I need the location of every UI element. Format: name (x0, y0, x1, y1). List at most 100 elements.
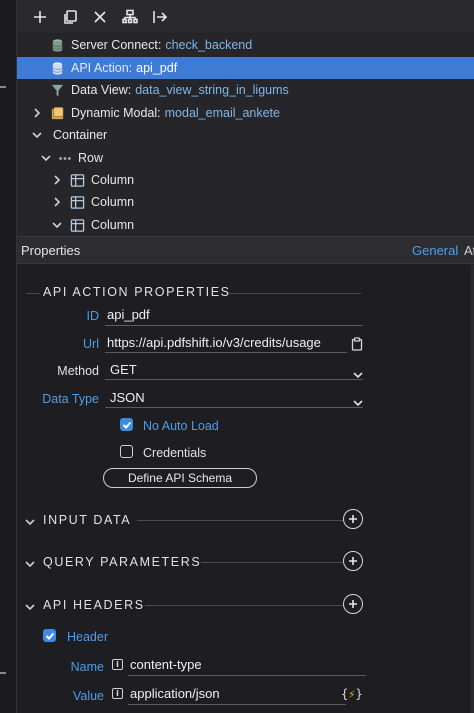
database-icon (49, 37, 65, 53)
tree-item-value: check_backend (165, 38, 253, 52)
define-api-schema-button[interactable]: Define API Schema (103, 468, 257, 488)
info-icon[interactable]: i (112, 688, 123, 699)
properties-title: Properties (21, 242, 81, 258)
column-icon (69, 194, 85, 210)
tab-other[interactable]: At (464, 243, 474, 258)
tree-item-server-connect[interactable]: Server Connect: check_backend (17, 34, 474, 56)
tree-item-label: Dynamic Modal: (71, 106, 161, 120)
header-value-field[interactable]: application/json (130, 686, 220, 701)
delete-button[interactable] (85, 2, 115, 32)
filter-icon (49, 82, 65, 98)
info-icon[interactable]: i (112, 659, 123, 670)
plus-icon (349, 515, 357, 523)
tree-item-dynamic-modal[interactable]: Dynamic Modal: modal_email_ankete (17, 102, 474, 124)
gutter-marker (0, 86, 6, 88)
tree-structure-icon (122, 9, 138, 23)
section-title-api-headers[interactable]: API HEADERS (43, 598, 145, 612)
tree-item-row[interactable]: Row (17, 147, 474, 169)
structure-button[interactable] (115, 2, 145, 32)
chevron-down-icon[interactable] (25, 515, 35, 526)
left-gutter (0, 0, 17, 713)
gutter-marker (0, 672, 6, 674)
properties-panel: API ACTION PROPERTIES ID api_pdf Url htt… (17, 265, 474, 713)
tree-item-api-action[interactable]: API Action: api_pdf (17, 57, 474, 79)
duplicate-button[interactable] (55, 2, 85, 32)
tree-item-value: modal_email_ankete (164, 106, 280, 120)
tree-item-value: api_pdf (136, 61, 178, 75)
chevron-down-icon[interactable] (353, 367, 363, 379)
section-divider (137, 520, 343, 521)
tree-item-label: Row (78, 151, 104, 165)
tree-item-column[interactable]: Column (17, 214, 474, 236)
tree-item-column[interactable]: Column (17, 191, 474, 213)
header-name-field[interactable]: content-type (130, 657, 202, 672)
no-auto-load-label[interactable]: No Auto Load (143, 419, 219, 433)
add-input-data-button[interactable] (343, 509, 363, 529)
plus-icon (349, 600, 357, 608)
section-divider (26, 293, 40, 294)
dynamic-data-bolt-icon[interactable]: {⚡} (341, 687, 363, 701)
chevron-right-icon[interactable] (51, 169, 63, 191)
tree-item-label: Server Connect: (71, 38, 162, 52)
no-auto-load-checkbox[interactable] (120, 418, 133, 431)
properties-header: Properties General At (17, 236, 474, 264)
chevron-right-icon[interactable] (31, 102, 43, 124)
header-name-underline (128, 675, 366, 676)
datatype-select-underline (105, 407, 363, 408)
tree-item-label: Column (91, 218, 135, 232)
clipboard-icon[interactable] (351, 337, 363, 351)
method-label: Method (57, 364, 99, 378)
url-field-underline (105, 352, 347, 353)
tree-item-column[interactable]: Column (17, 169, 474, 191)
header-label[interactable]: Header (67, 630, 108, 644)
section-divider (229, 293, 361, 294)
tree-item-label: Column (91, 173, 135, 187)
copy-icon (64, 9, 77, 24)
header-checkbox[interactable] (43, 629, 56, 642)
column-icon (69, 217, 85, 233)
chevron-down-icon[interactable] (51, 214, 63, 236)
method-select-underline (105, 379, 363, 380)
plus-icon (34, 10, 46, 23)
tab-general[interactable]: General (412, 243, 458, 258)
chevron-down-icon[interactable] (31, 124, 43, 146)
close-icon (94, 10, 106, 23)
chevron-down-icon[interactable] (25, 600, 35, 611)
tree-item-container[interactable]: Container (17, 124, 474, 146)
dots-icon (58, 150, 72, 166)
header-value-underline (128, 704, 346, 705)
section-title-api-action[interactable]: API ACTION PROPERTIES (43, 285, 231, 299)
tree-item-label: Container (53, 128, 108, 142)
chevron-down-icon[interactable] (25, 557, 35, 568)
export-button[interactable] (145, 2, 175, 32)
chevron-right-icon[interactable] (51, 191, 63, 213)
chevron-down-icon[interactable] (40, 147, 52, 169)
credentials-checkbox[interactable] (120, 445, 133, 458)
section-divider (145, 605, 343, 606)
section-title-query-parameters[interactable]: QUERY PARAMETERS (43, 555, 201, 569)
tree-item-data-view[interactable]: Data View: data_view_string_in_ligums (17, 79, 474, 101)
id-field-underline (105, 325, 363, 326)
section-title-input-data[interactable]: INPUT DATA (43, 513, 131, 527)
component-tree: Server Connect: check_backend API Action… (17, 34, 474, 236)
method-select[interactable]: GET (110, 362, 137, 377)
tree-item-label: Data View: (71, 83, 132, 97)
id-label: ID (86, 309, 100, 323)
add-button[interactable] (25, 2, 55, 32)
check-icon (45, 632, 54, 640)
header-name-label: Name (70, 660, 104, 674)
url-field[interactable]: https://api.pdfshift.io/v3/credits/usage (107, 335, 321, 350)
datatype-select[interactable]: JSON (110, 390, 145, 405)
toolbar (17, 0, 474, 34)
tree-item-label: Column (91, 195, 135, 209)
tree-item-label: API Action: (71, 61, 133, 75)
modal-icon (49, 105, 65, 121)
brace-close: } (355, 687, 363, 701)
plus-icon (349, 557, 357, 565)
id-field[interactable]: api_pdf (107, 307, 150, 322)
chevron-down-icon[interactable] (353, 395, 363, 407)
credentials-label[interactable]: Credentials (143, 446, 206, 460)
add-api-header-button[interactable] (343, 594, 363, 614)
header-value-label: Value (72, 689, 104, 703)
add-query-parameter-button[interactable] (343, 551, 363, 571)
